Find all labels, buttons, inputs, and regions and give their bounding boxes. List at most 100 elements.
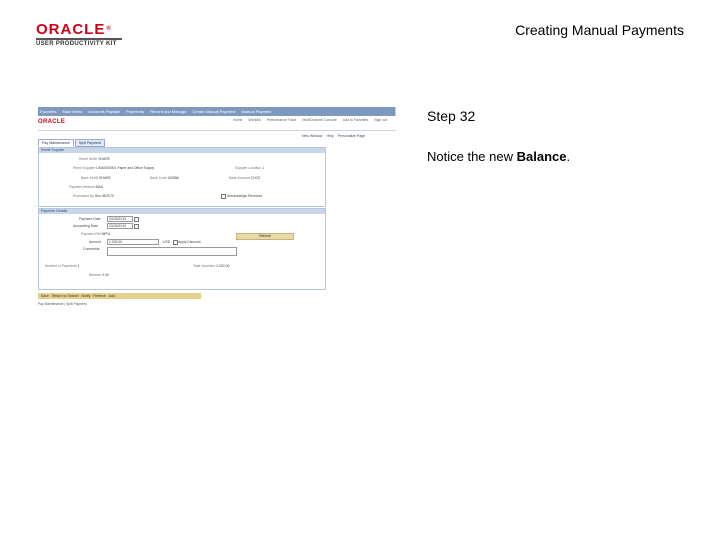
nav-manual-payment[interactable]: Manual Payment bbox=[241, 109, 271, 114]
refresh-button[interactable]: Refresh bbox=[236, 233, 294, 240]
remit-setid-label: Remit SetID bbox=[79, 157, 98, 161]
link-help[interactable]: Help bbox=[326, 134, 333, 138]
payment-details-title: Payment Details bbox=[39, 209, 325, 214]
accounting-date-calendar-icon[interactable] bbox=[134, 224, 139, 229]
payment-date-input[interactable]: 03/26/2015 bbox=[107, 216, 133, 222]
nav-accounts-payable[interactable]: Accounts Payable bbox=[88, 109, 120, 114]
balance-label: Balance bbox=[89, 273, 102, 277]
bank-account-label: Bank Account bbox=[229, 176, 250, 180]
step-label: Step 32 bbox=[427, 108, 476, 124]
remit-supplier-field: Remit Supplier USA0000001 Paper and Offi… bbox=[73, 166, 154, 170]
bank-account-field: Bank Account CHCK bbox=[229, 176, 260, 180]
amount-input[interactable]: 2,000.00 bbox=[107, 239, 159, 245]
bank-code-label: Bank Code bbox=[150, 176, 167, 180]
remit-supplier-label: Remit Supplier bbox=[73, 166, 96, 170]
remit-setid-value: SHARE bbox=[98, 157, 110, 161]
link-home[interactable]: Home bbox=[233, 118, 242, 122]
link-new-window[interactable]: New Window bbox=[302, 134, 322, 138]
tab-pay-maintenance[interactable]: Pay Maintenance bbox=[38, 139, 74, 147]
processed-by-value: Sec 08/2070 bbox=[94, 194, 114, 198]
nav-main-menu[interactable]: Main Menu bbox=[62, 109, 82, 114]
payment-method-value: MAN bbox=[95, 185, 104, 189]
total-vouchers-label: Total Vouchers bbox=[193, 264, 216, 268]
number-of-payments-value: 1 bbox=[77, 264, 80, 268]
footer-links[interactable]: Pay Maintenance | Split Payment bbox=[38, 302, 87, 306]
supplier-location-field: Supplier Location 1 bbox=[235, 166, 264, 170]
remit-supplier-title: Remit Supplier bbox=[39, 148, 325, 153]
notify-button[interactable]: Notify bbox=[81, 294, 90, 298]
payment-details-panel: Payment Details Payment Date 03/26/2015 … bbox=[38, 208, 326, 290]
number-of-payments-field: Number of Payments 1 bbox=[45, 264, 80, 268]
link-worklist[interactable]: Worklist bbox=[248, 118, 260, 122]
number-of-payments-label: Number of Payments bbox=[45, 264, 77, 268]
accounting-date-value: 03/26/2015 bbox=[109, 224, 126, 228]
payment-ref-value: MP01 bbox=[101, 232, 111, 236]
payment-date-calendar-icon[interactable] bbox=[134, 217, 139, 222]
nav-payments[interactable]: Payments bbox=[126, 109, 144, 114]
nav-record-and-manage[interactable]: Record and Manage bbox=[150, 109, 186, 114]
logo-brand: ORACLE ® bbox=[36, 22, 136, 37]
logo-brand-text: ORACLE bbox=[36, 21, 106, 38]
brand-row: ORACLE Home Worklist Performance Trace M… bbox=[38, 116, 396, 131]
payment-method-label: Payment Method bbox=[69, 185, 95, 189]
apply-discount-label: Apply Discount bbox=[178, 240, 201, 244]
oracle-upk-logo: ORACLE ® USER PRODUCTIVITY KIT bbox=[36, 22, 136, 47]
remit-setid-field: Remit SetID SHARE bbox=[79, 157, 110, 161]
return-to-search-button[interactable]: Return to Search bbox=[52, 294, 78, 298]
instruction-text: Notice the new Balance. bbox=[427, 149, 570, 164]
page-links: New Window Help Personalize Page bbox=[302, 134, 365, 138]
payment-date-label: Payment Date bbox=[79, 217, 101, 221]
total-vouchers-value: 2,000.00 bbox=[216, 264, 230, 268]
payment-date-value: 03/26/2015 bbox=[109, 217, 126, 221]
bank-code-field: Bank Code USBNK bbox=[150, 176, 179, 180]
bank-setid-field: Bank SetID SHARE bbox=[81, 176, 111, 180]
top-navigation-bar: Favorites Main Menu Accounts Payable Pay… bbox=[38, 107, 396, 116]
supplier-location-label: Supplier Location bbox=[235, 166, 262, 170]
instruction-prefix: Notice the new bbox=[427, 149, 517, 164]
link-sign-out[interactable]: Sign out bbox=[374, 118, 387, 122]
supplier-location-value: 1 bbox=[262, 166, 265, 170]
total-vouchers-field: Total Vouchers 2,000.00 bbox=[193, 264, 229, 268]
link-personalize-page[interactable]: Personalize Page bbox=[338, 134, 365, 138]
slide-title: Creating Manual Payments bbox=[515, 22, 684, 38]
link-multichannel-console[interactable]: MultiChannel Console bbox=[303, 118, 337, 122]
amount-label: Amount bbox=[89, 240, 101, 244]
logo-divider bbox=[36, 38, 122, 40]
link-performance-trace[interactable]: Performance Trace bbox=[267, 118, 297, 122]
currency-code: USD bbox=[163, 240, 171, 244]
refresh-toolbar-button[interactable]: Refresh bbox=[93, 294, 105, 298]
link-add-favorites[interactable]: Add to Favorites bbox=[343, 118, 368, 122]
tab-split-payment[interactable]: Split Payment bbox=[74, 139, 105, 147]
balance-value: 0.00 bbox=[102, 273, 109, 277]
nav-favorites[interactable]: Favorites bbox=[40, 109, 56, 114]
add-button[interactable]: Add bbox=[109, 294, 115, 298]
application-screenshot: Favorites Main Menu Accounts Payable Pay… bbox=[38, 107, 396, 307]
bank-account-value: CHCK bbox=[250, 176, 261, 180]
processed-by-label: Processed By bbox=[73, 194, 94, 198]
comments-textarea[interactable] bbox=[107, 247, 237, 256]
page-toolbar: Save Return to Search Notify Refresh Add bbox=[38, 293, 201, 299]
logo-subtitle: USER PRODUCTIVITY KIT bbox=[36, 41, 117, 47]
accounting-date-input[interactable]: 03/26/2015 bbox=[107, 223, 133, 229]
nav-create-manual-payment[interactable]: Create Manual Payment bbox=[192, 109, 235, 114]
comments-label: Comments bbox=[83, 247, 100, 251]
logo-reg-mark: ® bbox=[106, 26, 112, 32]
bank-setid-value: SHARE bbox=[99, 176, 111, 180]
instruction-suffix: . bbox=[566, 149, 571, 164]
payment-method-field: Payment Method MAN bbox=[69, 185, 103, 189]
page-tabs: Pay Maintenance Split Payment bbox=[38, 139, 105, 147]
remit-supplier-panel: Remit Supplier Remit SetID SHARE Remit S… bbox=[38, 147, 326, 207]
accounting-date-label: Accounting Date bbox=[73, 224, 98, 228]
acknowledge-checkbox[interactable] bbox=[221, 194, 226, 199]
remit-supplier-value[interactable]: USA0000001 bbox=[96, 166, 116, 170]
acknowledge-label: Acknowledge Received bbox=[227, 194, 263, 198]
balance-field: Balance 0.00 bbox=[89, 273, 109, 277]
instruction-emphasis: Balance bbox=[516, 149, 567, 164]
save-button[interactable]: Save bbox=[41, 294, 49, 298]
bank-setid-label: Bank SetID bbox=[81, 176, 99, 180]
remit-supplier-name: Paper and Office Supply bbox=[117, 166, 155, 170]
app-logo: ORACLE bbox=[38, 119, 66, 125]
processed-by-field: Processed By Sec 08/2070 bbox=[73, 194, 114, 198]
amount-value: 2,000.00 bbox=[109, 240, 123, 244]
payment-ref-field: Payment Ref MP01 bbox=[81, 232, 110, 236]
